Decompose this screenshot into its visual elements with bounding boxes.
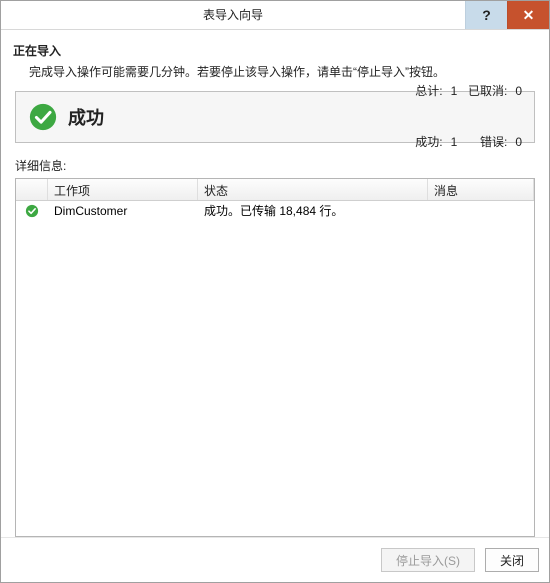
help-icon: ? [482, 7, 491, 23]
window-close-button[interactable]: ✕ [507, 1, 549, 29]
success-check-icon [25, 204, 39, 218]
import-wizard-window: 表导入向导 ? ✕ 正在导入 完成导入操作可能需要几分钟。若要停止该导入操作，请… [1, 1, 549, 582]
stat-total-value: 1 [451, 83, 458, 100]
row-work-item: DimCustomer [48, 204, 198, 218]
stop-import-button: 停止导入(S) [381, 548, 475, 572]
grid-header-status[interactable]: 状态 [198, 179, 428, 200]
grid-header-icon-col[interactable] [16, 179, 48, 200]
stat-error-value: 0 [515, 134, 522, 151]
success-check-icon [28, 102, 58, 132]
row-status-icon-cell [16, 203, 48, 218]
grid-header: 工作项 状态 消息 [16, 179, 534, 201]
stat-total-label: 总计: [413, 83, 443, 100]
grid-header-work-item[interactable]: 工作项 [48, 179, 198, 200]
footer: 停止导入(S) 关闭 [1, 537, 549, 582]
body-section: 成功 总计: 1 已取消: 0 成功: 1 错误: 0 详细信息: [1, 81, 549, 537]
status-title: 成功 [68, 104, 413, 130]
grid-header-message[interactable]: 消息 [428, 179, 534, 200]
close-icon: ✕ [523, 7, 535, 24]
stat-success-value: 1 [451, 134, 458, 151]
stat-success-label: 成功: [413, 134, 443, 151]
titlebar: 表导入向导 ? ✕ [1, 1, 549, 30]
stat-error-label: 错误: [465, 134, 507, 151]
stat-cancelled-label: 已取消: [465, 83, 507, 100]
window-title: 表导入向导 [1, 1, 465, 29]
table-row[interactable]: DimCustomer 成功。已传输 18,484 行。 [16, 201, 534, 221]
status-panel: 成功 总计: 1 已取消: 0 成功: 1 错误: 0 [15, 91, 535, 143]
close-button[interactable]: 关闭 [485, 548, 539, 572]
details-grid: 工作项 状态 消息 DimCustomer 成功。已传输 [15, 178, 535, 537]
row-status: 成功。已传输 18,484 行。 [198, 202, 428, 219]
stat-cancelled-value: 0 [515, 83, 522, 100]
grid-body: DimCustomer 成功。已传输 18,484 行。 [16, 201, 534, 536]
details-label: 详细信息: [15, 157, 535, 174]
help-button[interactable]: ? [465, 1, 507, 29]
